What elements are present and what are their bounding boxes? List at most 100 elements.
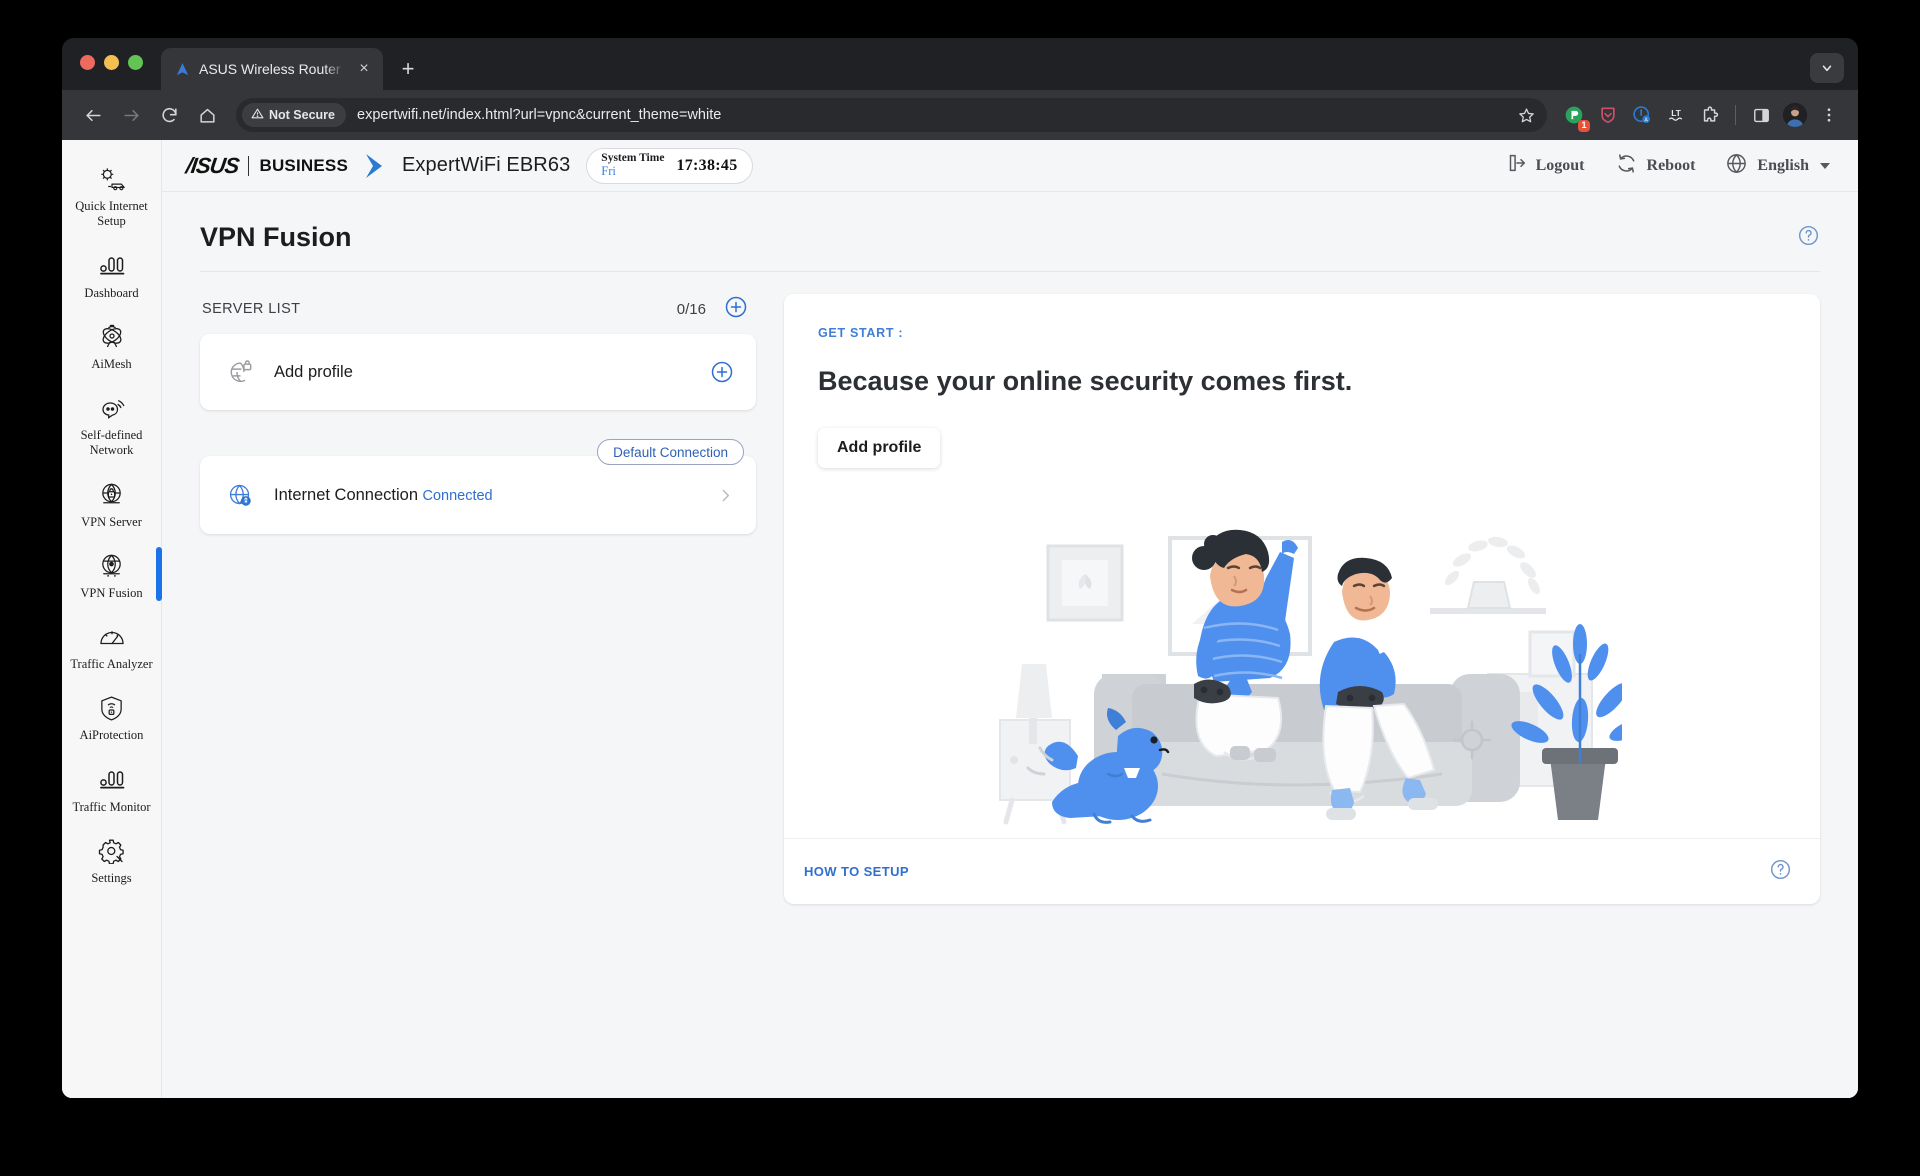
asus-wordmark: /ISUS bbox=[184, 152, 241, 178]
globe-lock-icon bbox=[222, 359, 258, 386]
server-list-count: 0/16 bbox=[676, 300, 706, 318]
svg-text:LT: LT bbox=[1671, 108, 1681, 118]
sidebar-item-self-defined-network[interactable]: Self-defined Network bbox=[62, 383, 161, 470]
traffic-monitor-icon bbox=[98, 766, 126, 794]
self-defined-network-icon bbox=[97, 394, 127, 422]
promo-column: GET START : Because your online security… bbox=[784, 294, 1820, 904]
internet-connection-title: Internet Connection bbox=[274, 485, 419, 504]
grammar-extension-icon[interactable]: 1 bbox=[1559, 100, 1590, 132]
app-header: /ISUS BUSINESS ExpertWiFi EBR63 System T… bbox=[162, 140, 1858, 192]
new-tab-button[interactable]: + bbox=[391, 52, 425, 86]
forward-arrow-icon[interactable] bbox=[114, 98, 148, 132]
aiprotection-shield-icon bbox=[98, 694, 125, 722]
language-tool-extension-icon[interactable]: LT bbox=[1661, 100, 1691, 130]
browser-tab[interactable]: ASUS Wireless Router Exper × bbox=[161, 48, 383, 90]
traffic-analyzer-icon bbox=[97, 623, 127, 651]
site-security-label: Not Secure bbox=[269, 108, 335, 122]
warning-triangle-icon bbox=[251, 107, 264, 123]
promo-footer: HOW TO SETUP bbox=[784, 838, 1820, 904]
chevron-right-icon[interactable] bbox=[717, 487, 734, 504]
window-traffic-lights bbox=[80, 38, 143, 90]
chevron-down-icon[interactable] bbox=[1810, 53, 1844, 83]
sidebar-item-label: VPN Server bbox=[81, 514, 142, 529]
logout-label: Logout bbox=[1535, 156, 1585, 174]
sidebar-item-vpn-fusion[interactable]: VPN Fusion bbox=[62, 541, 162, 612]
site-security-badge[interactable]: Not Secure bbox=[242, 103, 346, 127]
puzzle-extensions-icon[interactable] bbox=[1695, 100, 1725, 130]
add-server-button[interactable] bbox=[724, 295, 748, 324]
sidebar-item-traffic-analyzer[interactable]: Traffic Analyzer bbox=[62, 612, 161, 683]
extension-icons: 1 A LT bbox=[1559, 100, 1844, 132]
language-selector[interactable]: English bbox=[1725, 152, 1830, 180]
sidebar-item-dashboard[interactable]: Dashboard bbox=[62, 241, 161, 312]
promo-kicker: GET START : bbox=[818, 326, 904, 340]
sidebar-item-label: AiProtection bbox=[79, 728, 144, 743]
default-connection-badge: Default Connection bbox=[597, 439, 744, 465]
vpn-fusion-icon bbox=[97, 552, 126, 580]
profile-avatar-icon[interactable] bbox=[1780, 100, 1810, 130]
url-text: expertwifi.net/index.html?url=vpnc&curre… bbox=[357, 107, 722, 123]
logout-icon bbox=[1505, 152, 1527, 179]
chrome-menu-icon[interactable] bbox=[1814, 100, 1844, 130]
minimize-window-button[interactable] bbox=[104, 54, 119, 70]
get-started-panel: GET START : Because your online security… bbox=[784, 294, 1820, 904]
home-icon[interactable] bbox=[190, 98, 224, 132]
maximize-window-button[interactable] bbox=[128, 54, 143, 70]
shield-extension-icon[interactable] bbox=[1593, 100, 1623, 130]
globe-icon bbox=[1725, 152, 1748, 180]
page-header: VPN Fusion bbox=[200, 222, 1820, 272]
header-actions: Logout Reboot English bbox=[1505, 152, 1830, 180]
add-profile-title: Add profile bbox=[274, 362, 353, 381]
server-list-header: SERVER LIST 0/16 bbox=[200, 294, 756, 324]
people-gaming-on-couch-illustration bbox=[818, 468, 1786, 838]
page-title: VPN Fusion bbox=[200, 222, 352, 252]
address-bar[interactable]: Not Secure expertwifi.net/index.html?url… bbox=[236, 98, 1547, 132]
back-arrow-icon[interactable] bbox=[76, 98, 110, 132]
star-icon[interactable] bbox=[1511, 100, 1541, 130]
sidebar-item-aiprotection[interactable]: AiProtection bbox=[62, 683, 161, 754]
active-nav-indicator bbox=[156, 546, 162, 601]
asus-logo-icon bbox=[173, 60, 191, 78]
reboot-button[interactable]: Reboot bbox=[1615, 152, 1695, 180]
sidebar-item-label: Settings bbox=[91, 870, 132, 885]
sidebar-item-label: AiMesh bbox=[91, 356, 132, 371]
close-tab-button[interactable]: × bbox=[353, 58, 375, 80]
side-panel-icon[interactable] bbox=[1746, 100, 1776, 130]
help-circle-icon[interactable] bbox=[1797, 224, 1820, 252]
privacy-extension-icon[interactable]: A bbox=[1627, 100, 1657, 130]
globe-connected-icon bbox=[222, 482, 258, 509]
sidebar-item-traffic-monitor[interactable]: Traffic Monitor bbox=[62, 755, 161, 826]
how-to-setup-link[interactable]: HOW TO SETUP bbox=[804, 864, 909, 879]
sidebar-item-settings[interactable]: Settings bbox=[62, 826, 161, 897]
browser-toolbar: Not Secure expertwifi.net/index.html?url… bbox=[62, 90, 1858, 140]
sidebar-item-quick-internet-setup[interactable]: Quick Internet Setup bbox=[62, 154, 161, 241]
router-model-name: ExpertWiFi EBR63 bbox=[401, 154, 571, 176]
help-circle-icon[interactable] bbox=[1769, 858, 1792, 886]
aimesh-icon bbox=[97, 323, 127, 351]
sidebar-item-aimesh[interactable]: AiMesh bbox=[62, 312, 161, 383]
sidebar-nav: Quick Internet Setup Dashboard AiMesh Se… bbox=[62, 140, 162, 1098]
internet-connection-status: Connected bbox=[422, 487, 493, 504]
server-list-column: SERVER LIST 0/16 Add profile Default Con… bbox=[200, 294, 756, 904]
add-profile-plus-button[interactable] bbox=[710, 360, 734, 384]
internet-connection-card[interactable]: Internet Connection Connected bbox=[200, 456, 756, 534]
brand-business-label: BUSINESS bbox=[259, 155, 348, 175]
sidebar-item-label: Traffic Monitor bbox=[72, 799, 151, 814]
add-profile-button[interactable]: Add profile bbox=[818, 428, 941, 468]
promo-heading: Because your online security comes first… bbox=[818, 366, 1353, 396]
main-area: /ISUS BUSINESS ExpertWiFi EBR63 System T… bbox=[162, 140, 1858, 1098]
browser-window: ASUS Wireless Router Exper × + Not Sec bbox=[62, 38, 1858, 1098]
sidebar-item-label: Self-defined Network bbox=[80, 428, 143, 458]
sidebar-item-label: VPN Fusion bbox=[80, 585, 143, 600]
brand-chevron-icon bbox=[362, 151, 390, 181]
page-content: VPN Fusion SERVER LIST 0/16 Add profile … bbox=[162, 192, 1858, 1098]
brand-block: /ISUS BUSINESS bbox=[184, 151, 402, 181]
logout-button[interactable]: Logout bbox=[1505, 152, 1585, 179]
close-window-button[interactable] bbox=[80, 54, 95, 70]
page-viewport: Quick Internet Setup Dashboard AiMesh Se… bbox=[62, 140, 1858, 1098]
brand-divider bbox=[248, 155, 250, 176]
add-profile-card[interactable]: Add profile bbox=[200, 334, 756, 410]
sidebar-item-vpn-server[interactable]: VPN Server bbox=[62, 470, 161, 541]
system-time-clock: 17:38:45 bbox=[676, 156, 738, 174]
reload-icon[interactable] bbox=[152, 98, 186, 132]
